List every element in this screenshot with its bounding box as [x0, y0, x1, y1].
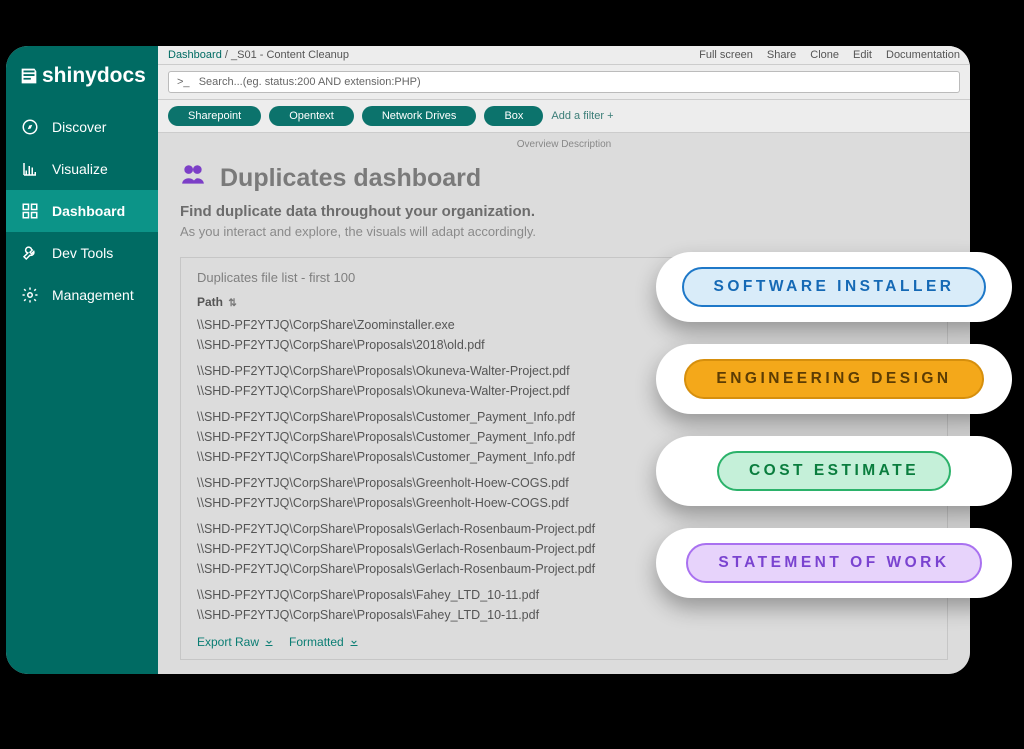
topbar: Dashboard / _S01 - Content Cleanup Full …	[158, 46, 970, 65]
page-description: As you interact and explore, the visuals…	[180, 224, 948, 239]
action-fullscreen[interactable]: Full screen	[699, 49, 753, 61]
search-prefix: >_	[177, 76, 190, 88]
sidebar-item-label: Dev Tools	[52, 245, 113, 261]
table-row[interactable]: \\SHD-PF2YTJQ\CorpShare\Proposals\Fahey_…	[197, 605, 931, 625]
filter-pill-opentext[interactable]: Opentext	[269, 106, 354, 126]
category-chip-card: COST ESTIMATE	[656, 436, 1012, 506]
brand-text: shinydocs	[42, 64, 146, 88]
page-subtitle: Find duplicate data throughout your orga…	[180, 203, 948, 220]
add-filter[interactable]: Add a filter +	[551, 110, 613, 122]
sidebar-item-label: Management	[52, 287, 134, 303]
gear-icon	[20, 285, 40, 305]
sort-icon: ⇅	[228, 298, 236, 309]
export-formatted-button[interactable]: Formatted	[289, 635, 360, 649]
category-chip-engineering-design[interactable]: ENGINEERING DESIGN	[684, 359, 983, 399]
sidebar-item-dashboard[interactable]: Dashboard	[6, 190, 158, 232]
action-edit[interactable]: Edit	[853, 49, 872, 61]
category-chip-card: ENGINEERING DESIGN	[656, 344, 1012, 414]
title-row: Duplicates dashboard	[180, 162, 948, 195]
breadcrumb-current: _S01 - Content Cleanup	[231, 49, 349, 61]
search-placeholder: Search...(eg. status:200 AND extension:P…	[199, 76, 421, 88]
plus-icon: +	[607, 110, 613, 122]
category-chip-software-installer[interactable]: SOFTWARE INSTALLER	[682, 267, 987, 307]
people-icon	[180, 162, 206, 195]
compass-icon	[20, 117, 40, 137]
category-chip-cost-estimate[interactable]: COST ESTIMATE	[717, 451, 951, 491]
sidebar: shinydocs Discover Visualize Dashboard D…	[6, 46, 158, 674]
dashboard-icon	[20, 201, 40, 221]
page-title: Duplicates dashboard	[220, 164, 481, 193]
download-icon	[348, 636, 360, 648]
overview-description-label: Overview Description	[158, 133, 970, 150]
category-chip-card: STATEMENT OF WORK	[656, 528, 1012, 598]
sidebar-item-management[interactable]: Management	[6, 274, 158, 316]
filter-pill-sharepoint[interactable]: Sharepoint	[168, 106, 261, 126]
filter-pill-networkdrives[interactable]: Network Drives	[362, 106, 477, 126]
category-chip-card: SOFTWARE INSTALLER	[656, 252, 1012, 322]
sidebar-item-discover[interactable]: Discover	[6, 106, 158, 148]
breadcrumb-root[interactable]: Dashboard	[168, 49, 222, 61]
download-icon	[263, 636, 275, 648]
export-raw-button[interactable]: Export Raw	[197, 635, 275, 649]
topbar-actions: Full screen Share Clone Edit Documentati…	[699, 49, 960, 61]
brand-logo: shinydocs	[6, 56, 158, 106]
action-share[interactable]: Share	[767, 49, 796, 61]
export-row: Export Raw Formatted	[197, 635, 931, 649]
column-label: Path	[197, 295, 223, 309]
brand-icon	[18, 65, 40, 87]
action-documentation[interactable]: Documentation	[886, 49, 960, 61]
export-raw-label: Export Raw	[197, 635, 259, 649]
filter-pill-box[interactable]: Box	[484, 106, 543, 126]
action-clone[interactable]: Clone	[810, 49, 839, 61]
header-block: Duplicates dashboard Find duplicate data…	[158, 150, 970, 249]
bar-chart-icon	[20, 159, 40, 179]
sidebar-item-label: Dashboard	[52, 203, 125, 219]
breadcrumb: Dashboard / _S01 - Content Cleanup	[168, 49, 349, 61]
sidebar-item-devtools[interactable]: Dev Tools	[6, 232, 158, 274]
add-filter-label: Add a filter	[551, 110, 604, 122]
search-row: >_ Search...(eg. status:200 AND extensio…	[158, 65, 970, 100]
category-chip-statement-of-work[interactable]: STATEMENT OF WORK	[686, 543, 981, 583]
sidebar-item-label: Discover	[52, 119, 106, 135]
sidebar-item-visualize[interactable]: Visualize	[6, 148, 158, 190]
sidebar-item-label: Visualize	[52, 161, 108, 177]
export-formatted-label: Formatted	[289, 635, 344, 649]
search-input[interactable]: >_ Search...(eg. status:200 AND extensio…	[168, 71, 960, 93]
filter-row: Sharepoint Opentext Network Drives Box A…	[158, 100, 970, 133]
wrench-icon	[20, 243, 40, 263]
